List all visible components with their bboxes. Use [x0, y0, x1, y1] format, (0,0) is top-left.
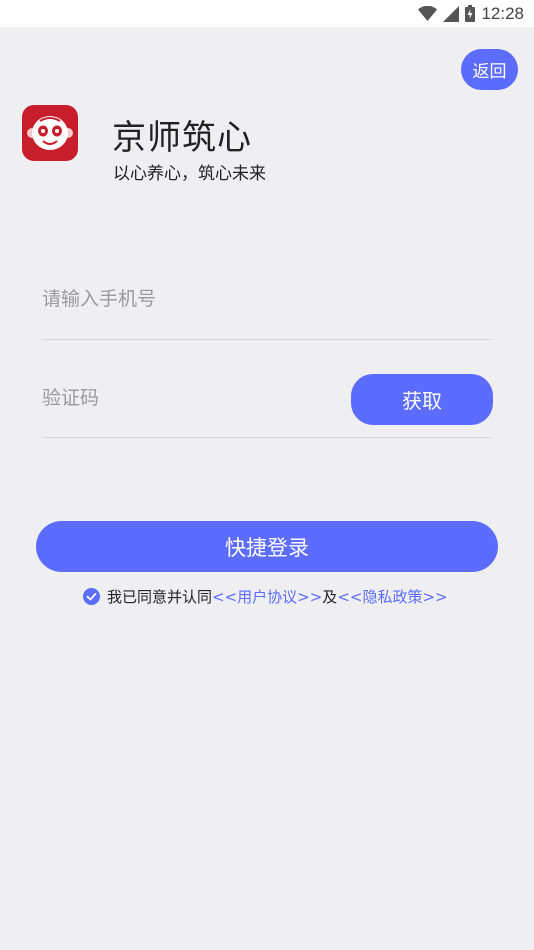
wifi-icon	[418, 5, 438, 22]
back-button[interactable]: 返回	[461, 49, 518, 90]
user-agreement-link[interactable]: <<用户协议>>	[212, 586, 322, 607]
agreement-row: 我已同意并认同 <<用户协议>> 及 <<隐私政策>>	[83, 585, 448, 607]
phone-input[interactable]	[42, 288, 322, 310]
get-code-button[interactable]: 获取	[351, 374, 493, 425]
cellular-signal-icon	[443, 5, 460, 22]
agreement-checkbox[interactable]	[83, 587, 100, 605]
battery-icon	[465, 5, 476, 22]
monkey-icon	[27, 116, 73, 150]
agreement-text: 我已同意并认同	[107, 587, 213, 606]
app-logo	[22, 105, 78, 161]
phone-field	[42, 282, 492, 340]
agreement-and-text: 及	[322, 587, 338, 606]
check-circle-icon	[83, 587, 100, 605]
app-name: 京师筑心	[112, 118, 252, 158]
quick-login-button[interactable]: 快捷登录	[36, 521, 498, 572]
privacy-policy-link[interactable]: <<隐私政策>>	[337, 586, 447, 607]
status-bar: 12:28	[0, 0, 534, 27]
verification-code-input[interactable]	[42, 387, 322, 409]
status-time: 12:28	[481, 3, 524, 23]
app-slogan: 以心养心，筑心未来	[113, 164, 266, 184]
